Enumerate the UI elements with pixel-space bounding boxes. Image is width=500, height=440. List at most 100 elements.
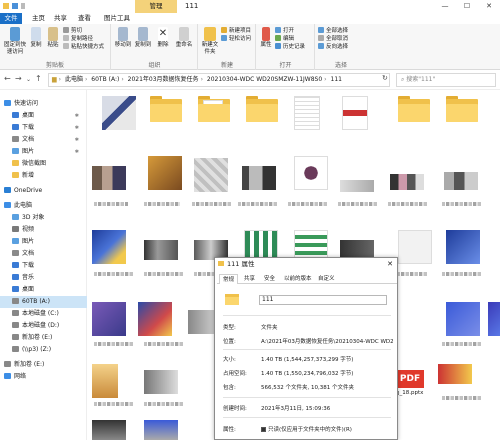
pin-icon[interactable]: ✱ — [75, 146, 79, 158]
new-item-button[interactable]: 新建项目 — [221, 27, 251, 35]
nav-quick-access[interactable]: 快速访问 — [0, 98, 87, 110]
nav-documents-pc[interactable]: 文档 — [0, 248, 87, 260]
network-icon — [4, 373, 11, 379]
address-field[interactable]: ▆ › 此电脑 › 60TB (A:) › 2021年03月数据恢复任务 › 20210… — [48, 73, 390, 87]
folder-icon[interactable] — [3, 3, 9, 9]
nav-drive-c[interactable]: 本地磁盘 (C:) — [0, 308, 87, 320]
blurred-filename — [442, 396, 482, 400]
nav-pictures[interactable]: 图片 ✱ — [0, 146, 87, 158]
nav-drive-a[interactable]: 60TB (A:) — [0, 296, 87, 308]
check-icon[interactable] — [12, 3, 18, 9]
rename-icon — [179, 27, 189, 41]
delete-button[interactable]: ✕ 删除 — [154, 27, 172, 49]
image-thumbnail — [340, 180, 374, 192]
history-button[interactable]: 历史记录 — [275, 43, 305, 51]
breadcrumb-item[interactable]: 2021年03月数据恢复任务 — [128, 76, 199, 83]
copy-button[interactable]: 复制 — [28, 27, 44, 49]
nav-drive-d[interactable]: 本地磁盘 (D:) — [0, 320, 87, 332]
back-arrow-icon[interactable]: ← — [4, 74, 11, 83]
tab-security[interactable]: 安全 — [261, 274, 278, 284]
nav-onedrive[interactable]: OneDrive — [0, 185, 87, 197]
close-button[interactable]: ✕ — [478, 0, 500, 13]
folder-name-field[interactable]: 111 — [259, 295, 387, 305]
edit-button[interactable]: 编辑 — [275, 35, 294, 43]
search-input[interactable]: ⌕ 搜索"111" — [396, 73, 496, 87]
tab-sharing[interactable]: 共享 — [241, 274, 258, 284]
pin-icon[interactable]: ✱ — [75, 122, 79, 134]
image-thumbnail — [444, 172, 478, 190]
manage-context-tab[interactable]: 管理 — [135, 0, 177, 13]
nav-downloads[interactable]: 下载 ✱ — [0, 122, 87, 134]
nav-desktop[interactable]: 桌面 ✱ — [0, 110, 87, 122]
nav-3d-objects[interactable]: 3D 对象 — [0, 212, 87, 224]
copy-to-button[interactable]: 复制到 — [134, 27, 152, 49]
minimize-button[interactable]: — — [434, 0, 456, 13]
nav-pictures-pc[interactable]: 图片 — [0, 236, 87, 248]
folder-icon — [12, 172, 19, 178]
drive-icon — [4, 361, 11, 367]
easy-access-button[interactable]: 轻松访问 — [221, 35, 251, 43]
maximize-button[interactable]: ☐ — [456, 0, 478, 13]
dialog-tabs: 常规 共享 安全 以前的版本 自定义 — [217, 274, 397, 284]
breadcrumb-item[interactable]: 60TB (A:) — [91, 76, 119, 83]
tab-share[interactable]: 共享 — [50, 13, 71, 24]
tab-previous-versions[interactable]: 以前的版本 — [281, 274, 315, 284]
blurred-filename — [94, 402, 134, 406]
nav-drive-e2[interactable]: 新加卷 (E:) — [0, 359, 87, 371]
breadcrumb-item[interactable]: 此电脑 — [65, 76, 83, 83]
tab-view[interactable]: 查看 — [74, 13, 95, 24]
address-bar-row: ← → ⌄ ↑ ▆ › 此电脑 › 60TB (A:) › 2021年03月数据恢复任… — [0, 70, 500, 90]
move-to-button[interactable]: 移动到 — [114, 27, 132, 49]
pin-icon[interactable]: ✱ — [75, 134, 79, 146]
select-none-button[interactable]: 全部取消 — [318, 35, 348, 43]
copy-path-button[interactable]: 复制路径 — [63, 35, 93, 43]
folder-thumbnail — [102, 96, 136, 130]
forward-arrow-icon[interactable]: → — [15, 74, 22, 83]
dialog-close-button[interactable]: ✕ — [387, 258, 393, 270]
image-thumbnail — [144, 370, 178, 394]
refresh-icon[interactable]: ↻ — [382, 74, 388, 82]
pin-button[interactable]: 固定到快速访问 — [2, 27, 28, 55]
nav-this-pc[interactable]: 此电脑 — [0, 200, 87, 212]
checkbox-icon — [261, 427, 266, 432]
readonly-checkbox[interactable]: 只读(仅应用于文件夹中的文件)(R) — [261, 425, 352, 433]
copy-to-icon — [138, 27, 148, 41]
breadcrumb-item[interactable]: 111 — [331, 76, 342, 83]
new-folder-button[interactable]: 新建文件夹 — [201, 27, 219, 55]
nav-downloads-pc[interactable]: 下载 — [0, 260, 87, 272]
properties-button[interactable]: 属性 — [259, 27, 273, 49]
nav-wechat-screenshots[interactable]: 微信截图 — [0, 158, 87, 170]
nav-new[interactable]: 新增 — [0, 170, 87, 182]
select-all-icon — [318, 27, 324, 33]
properties-icon — [262, 27, 270, 41]
recent-chevron-icon[interactable]: ⌄ — [26, 76, 31, 83]
nav-music[interactable]: 音乐 — [0, 272, 87, 284]
select-all-button[interactable]: 全部选择 — [318, 27, 348, 35]
nav-drive-e[interactable]: 新加卷 (E:) — [0, 332, 87, 344]
tab-general[interactable]: 常规 — [219, 274, 239, 284]
cut-button[interactable]: 剪切 — [63, 27, 82, 35]
tab-home[interactable]: 主页 — [28, 13, 49, 24]
nav-drive-z[interactable]: (\\p3) (Z:) — [0, 344, 87, 356]
rename-button[interactable]: 重命名 — [174, 27, 194, 49]
breadcrumb-item[interactable]: 20210304-WDC WD20SMZW-11JW8S0 — [207, 76, 322, 83]
nav-videos[interactable]: 视频 — [0, 224, 87, 236]
nav-desktop-pc[interactable]: 桌面 — [0, 284, 87, 296]
location-value: A:\2021年03月数据恢复任务\20210304-WDC WD20 — [261, 339, 393, 345]
open-button[interactable]: 打开 — [275, 27, 294, 35]
cube-icon — [12, 214, 19, 220]
type-label: 类型: — [223, 325, 236, 331]
tab-customize[interactable]: 自定义 — [315, 274, 338, 284]
tab-picture-tools[interactable]: 图片工具 — [100, 13, 134, 24]
nav-documents[interactable]: 文档 ✱ — [0, 134, 87, 146]
paste-button[interactable]: 粘贴 — [45, 27, 61, 49]
paste-shortcut-button[interactable]: 粘贴快捷方式 — [63, 43, 104, 51]
nav-network[interactable]: 网络 — [0, 371, 87, 383]
pin-icon[interactable]: ✱ — [75, 110, 79, 122]
tab-file[interactable]: 文件 — [0, 13, 22, 24]
download-icon — [12, 262, 19, 268]
created-value: 2021年3月11日, 15:09:36 — [261, 406, 331, 412]
up-arrow-icon[interactable]: ↑ — [35, 74, 42, 83]
invert-selection-button[interactable]: 反向选择 — [318, 43, 348, 51]
chevron-down-icon[interactable] — [21, 3, 25, 9]
